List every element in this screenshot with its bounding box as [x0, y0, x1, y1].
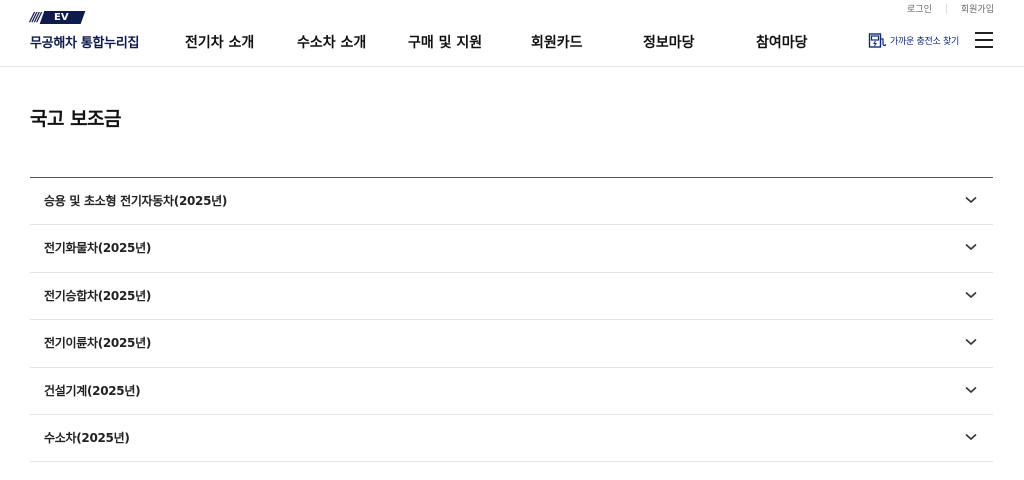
login-link[interactable]: 로그인	[907, 2, 932, 15]
main-nav: 전기차 소개 수소차 소개 구매 및 지원 회원카드 정보마당 참여마당	[170, 32, 850, 52]
page-title: 국고 보조금	[30, 108, 122, 130]
nav-item-purchase-support[interactable]: 구매 및 지원	[408, 32, 482, 52]
accordion-item-label: 전기이륜차(2025년)	[44, 336, 152, 351]
accordion-item-label: 수소차(2025년)	[44, 430, 130, 445]
logo-slashes-icon: ////	[30, 10, 41, 24]
accordion-item-label: 건설기계(2025년)	[44, 383, 141, 398]
charger-search-button[interactable]: 가까운 충전소 찾기	[868, 31, 959, 49]
accordion-item-electric-truck[interactable]: 전기화물차(2025년)	[30, 225, 993, 273]
accordion-item-construction-machinery[interactable]: 건설기계(2025년)	[30, 368, 993, 415]
chevron-down-icon	[965, 433, 977, 441]
subsidy-accordion: 승용 및 초소형 전기자동차(2025년) 전기화물차(2025년) 전기승합차…	[30, 177, 993, 463]
chevron-down-icon	[965, 196, 977, 204]
charger-search-icon	[868, 33, 886, 48]
logo-mark: //// EV	[30, 10, 160, 24]
site-header: //// EV 무공해차 통합누리집 전기차 소개 수소차 소개 구매 및 지원…	[0, 0, 1024, 67]
chevron-down-icon	[965, 339, 977, 346]
logo-badge-text: EV	[53, 11, 69, 23]
site-name: 무공해차 통합누리집	[30, 36, 140, 51]
accordion-item-electric-bus[interactable]: 전기승합차(2025년)	[30, 273, 993, 321]
chevron-down-icon	[965, 386, 977, 393]
accordion-item-passenger-ev[interactable]: 승용 및 초소형 전기자동차(2025년)	[30, 178, 993, 226]
site-logo[interactable]: //// EV 무공해차 통합누리집	[30, 10, 160, 54]
chevron-down-icon	[965, 291, 977, 298]
accordion-item-hydrogen-vehicle[interactable]: 수소차(2025년)	[30, 415, 993, 463]
accordion-item-label: 승용 및 초소형 전기자동차(2025년)	[44, 194, 228, 208]
accordion-item-label: 전기화물차(2025년)	[44, 241, 152, 256]
charger-search-label: 가까운 충전소 찾기	[890, 36, 959, 47]
accordion-item-label: 전기승합차(2025년)	[44, 288, 152, 303]
nav-item-participation[interactable]: 참여마당	[756, 32, 808, 52]
nav-item-ev-intro[interactable]: 전기차 소개	[185, 32, 254, 52]
nav-item-hydrogen-intro[interactable]: 수소차 소개	[297, 32, 366, 52]
logo-badge: EV	[39, 10, 85, 24]
signup-link[interactable]: 회원가입	[961, 2, 994, 15]
chevron-down-icon	[965, 244, 977, 251]
util-divider	[945, 3, 947, 14]
hamburger-menu-icon[interactable]	[975, 32, 993, 48]
utility-links: 로그인 회원가입	[907, 2, 994, 15]
nav-item-info[interactable]: 정보마당	[643, 32, 695, 52]
accordion-item-electric-motorcycle[interactable]: 전기이륜차(2025년)	[30, 320, 993, 368]
nav-item-member-card[interactable]: 회원카드	[531, 32, 583, 52]
